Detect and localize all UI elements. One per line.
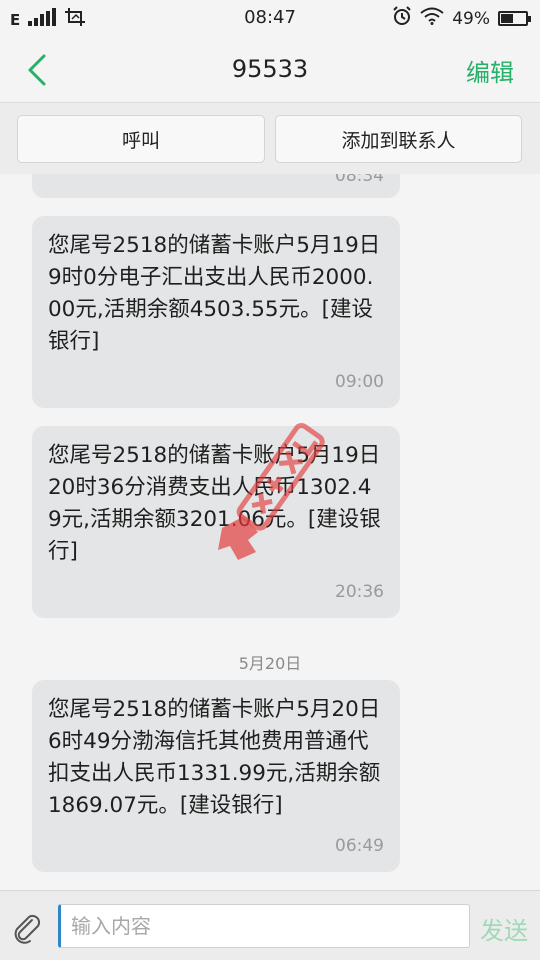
alarm-icon [392, 6, 412, 31]
message-bubble[interactable]: 您尾号2518的储蓄卡账户5月20日6时49分渤海信托其他费用普通代扣支出人民币… [32, 680, 400, 872]
message-text: 您尾号2518的储蓄卡账户5月19日9时0分电子汇出支出人民币2000.00元,… [48, 233, 381, 354]
paperclip-icon [14, 914, 41, 944]
add-to-contacts-button[interactable]: 添加到联系人 [275, 115, 522, 163]
message-time: 20:36 [335, 582, 384, 602]
contact-actions: 呼叫 添加到联系人 [0, 102, 540, 174]
message-time: 08:34 [335, 174, 384, 186]
wifi-icon [420, 7, 444, 30]
message-input[interactable] [58, 904, 470, 948]
message-text: 您尾号2518的储蓄卡账户5月19日20时36分消费支出人民币1302.49元,… [48, 443, 381, 564]
edit-button[interactable]: 编辑 [466, 53, 514, 88]
attachment-button[interactable] [10, 911, 44, 945]
chevron-left-icon [28, 54, 46, 86]
message-text: 您尾号2518的储蓄卡账户5月20日6时49分渤海信托其他费用普通代扣支出人民币… [48, 697, 381, 818]
conversation-header: 95533 编辑 [0, 36, 540, 102]
status-bar: E 08:47 49% [0, 0, 540, 36]
back-button[interactable] [20, 50, 56, 90]
message-list[interactable]: 08:34 您尾号2518的储蓄卡账户5月19日9时0分电子汇出支出人民币200… [0, 174, 540, 890]
message-time: 06:49 [335, 836, 384, 856]
call-button[interactable]: 呼叫 [17, 115, 265, 163]
message-bubble[interactable]: 您尾号2518的储蓄卡账户5月19日9时0分电子汇出支出人民币2000.00元,… [32, 216, 400, 408]
message-time: 09:00 [335, 372, 384, 392]
battery-percent: 49% [452, 8, 490, 29]
send-button[interactable]: 发送 [480, 911, 528, 946]
date-separator: 5月20日 [238, 654, 302, 673]
message-bubble-partial[interactable]: 08:34 [32, 174, 400, 198]
compose-bar: 发送 [0, 890, 540, 960]
battery-icon [498, 11, 531, 26]
status-right: 49% [392, 6, 531, 31]
conversation-title: 95533 [231, 55, 309, 83]
message-bubble[interactable]: 您尾号2518的储蓄卡账户5月19日20时36分消费支出人民币1302.49元,… [32, 426, 400, 618]
